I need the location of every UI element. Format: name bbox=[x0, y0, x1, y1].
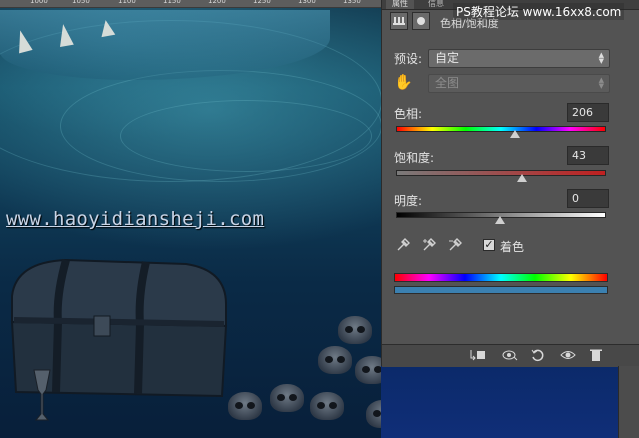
input-color-bar bbox=[394, 273, 608, 282]
preset-label: 预设: bbox=[394, 52, 423, 66]
saturation-slider-thumb[interactable] bbox=[517, 174, 528, 182]
clip-to-layer-icon[interactable] bbox=[468, 348, 488, 364]
eyedropper-icon[interactable] bbox=[394, 238, 412, 254]
tab-info[interactable]: 信息 bbox=[428, 0, 444, 9]
saturation-label: 饱和度: bbox=[394, 151, 435, 165]
skull bbox=[318, 346, 352, 374]
hue-input[interactable]: 206 bbox=[567, 103, 609, 122]
skull bbox=[338, 316, 372, 344]
range-value: 全图 bbox=[435, 76, 460, 90]
site-watermark: PS教程论坛 www.16xx8.com bbox=[453, 3, 625, 20]
hue-label: 色相: bbox=[394, 107, 423, 121]
saturation-slider-track[interactable] bbox=[396, 170, 606, 176]
lightness-label: 明度: bbox=[394, 194, 423, 208]
visibility-previous-icon[interactable] bbox=[500, 348, 520, 364]
reset-icon[interactable] bbox=[528, 348, 548, 364]
panel-scrollbar[interactable] bbox=[618, 366, 639, 438]
ruler-mark: 1150 bbox=[163, 0, 181, 5]
hue-saturation-icon bbox=[390, 12, 408, 30]
goblet bbox=[33, 369, 51, 421]
colorize-label: 着色 bbox=[500, 240, 525, 254]
tab-properties[interactable]: 属性 bbox=[386, 0, 414, 9]
ruler-mark: 1300 bbox=[298, 0, 316, 5]
eyedropper-plus-icon[interactable] bbox=[420, 238, 438, 254]
preset-dropdown[interactable]: 自定 ▲ ▼ bbox=[428, 49, 610, 68]
lightness-input[interactable]: 0 bbox=[567, 189, 609, 208]
dropdown-arrows-icon: ▲ ▼ bbox=[598, 51, 604, 65]
eyedropper-minus-icon[interactable] bbox=[446, 238, 464, 254]
panel-footer bbox=[382, 344, 639, 367]
water-ripple bbox=[120, 100, 372, 172]
hand-targeted-adjustment-icon[interactable]: ✋ bbox=[394, 73, 413, 91]
dropdown-arrows-icon: ▲ ▼ bbox=[598, 76, 604, 90]
hue-slider-thumb[interactable] bbox=[509, 130, 520, 138]
ruler-mark: 1200 bbox=[208, 0, 226, 5]
skull bbox=[270, 384, 304, 412]
skull bbox=[228, 392, 262, 420]
range-dropdown[interactable]: 全图 ▲ ▼ bbox=[428, 74, 610, 93]
saturation-input[interactable]: 43 bbox=[567, 146, 609, 165]
ruler-mark: 1350 bbox=[343, 0, 361, 5]
hue-slider-track[interactable] bbox=[396, 126, 606, 132]
serpent-fin bbox=[98, 18, 116, 38]
skull bbox=[310, 392, 344, 420]
eye-icon[interactable] bbox=[558, 348, 578, 364]
lightness-slider-thumb[interactable] bbox=[495, 216, 505, 224]
ruler-mark: 1250 bbox=[253, 0, 271, 5]
canvas-watermark-text: www.haoyidiansheji.com bbox=[6, 208, 265, 230]
layer-mask-icon[interactable] bbox=[412, 12, 430, 30]
preset-value: 自定 bbox=[435, 51, 460, 65]
output-color-bar bbox=[394, 286, 608, 294]
colorize-checkbox[interactable]: ✓ bbox=[483, 239, 495, 251]
ruler-mark: 1100 bbox=[118, 0, 136, 5]
properties-panel[interactable]: 属性 信息 色相/饱和度 预设: 自定 ▲ ▼ ✋ 全图 ▲ ▼ 色相: 206 饱… bbox=[381, 0, 639, 367]
canvas-lower-right bbox=[381, 366, 618, 438]
ruler-mark: 1000 bbox=[30, 0, 48, 5]
trash-icon[interactable] bbox=[586, 348, 606, 364]
ruler-mark: 1050 bbox=[72, 0, 90, 5]
horizontal-ruler: 1000 1050 1100 1150 1200 1250 1300 1350 bbox=[0, 0, 390, 8]
